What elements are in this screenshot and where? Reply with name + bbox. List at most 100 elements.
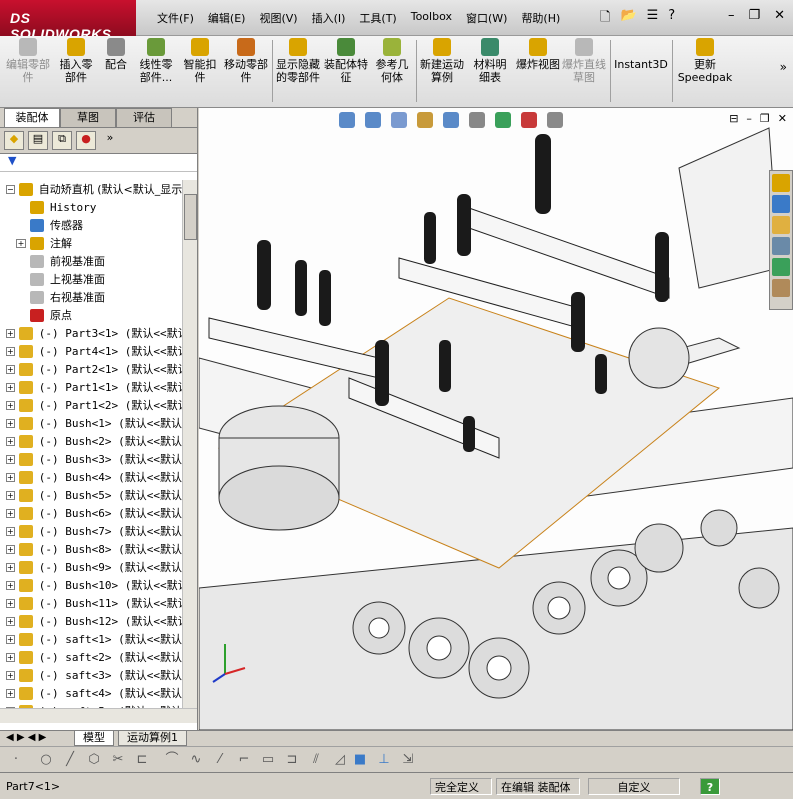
new-motion-study-button[interactable]: 新建运动算例 bbox=[420, 38, 464, 106]
rectangle-icon[interactable]: ▭ bbox=[260, 752, 276, 768]
solidworks-logo[interactable]: DS SOLIDWORKS bbox=[0, 0, 136, 42]
tree-item-part[interactable]: + (-) Part2<1> (默认<<默认 bbox=[0, 360, 182, 378]
tree-item-part[interactable]: + (-) Part1<1> (默认<<默认 bbox=[0, 378, 182, 396]
offset-icon[interactable]: ⊏ bbox=[134, 752, 150, 768]
design-library-icon[interactable] bbox=[772, 195, 790, 213]
zoom-area-icon[interactable] bbox=[365, 112, 381, 128]
property-manager-icon[interactable]: ▤ bbox=[28, 131, 48, 150]
update-speedpak-button[interactable]: 更新Speedpak bbox=[676, 38, 734, 106]
tree-item-part[interactable]: + (-) Bush<8> (默认<<默认 bbox=[0, 540, 182, 558]
expand-icon[interactable]: + bbox=[6, 634, 15, 644]
expand-icon[interactable]: + bbox=[6, 400, 15, 410]
tree-item-part[interactable]: + (-) Part4<1> (默认<<默认 bbox=[0, 342, 182, 360]
expand-icon[interactable]: + bbox=[6, 346, 15, 356]
view-settings-icon[interactable] bbox=[547, 112, 563, 128]
spline-icon[interactable]: ∿ bbox=[188, 752, 204, 768]
tree-filter[interactable]: ▼ bbox=[0, 154, 197, 172]
tree-item-part[interactable]: + (-) saft<4> (默认<<默认 bbox=[0, 684, 182, 702]
help-icon[interactable]: ? bbox=[668, 8, 675, 30]
tab-scroll-icons[interactable]: ◀ ▶ ◀ ▶ bbox=[6, 732, 46, 743]
show-hidden-components-button[interactable]: 显示隐藏的零部件 bbox=[276, 38, 320, 106]
expand-icon[interactable]: + bbox=[6, 652, 15, 662]
minimize-icon[interactable]: – bbox=[728, 8, 735, 23]
collapse-icon[interactable]: − bbox=[6, 184, 15, 194]
menu-window[interactable]: 窗口(W) bbox=[459, 10, 514, 26]
expand-icon[interactable]: + bbox=[6, 562, 15, 572]
insert-component-button[interactable]: 插入零部件 bbox=[56, 38, 96, 106]
expand-icon[interactable]: + bbox=[6, 544, 15, 554]
tree-item[interactable]: History bbox=[0, 198, 182, 216]
tree-item-part[interactable]: + (-) Bush<5> (默认<<默认 bbox=[0, 486, 182, 504]
reference-geometry-button[interactable]: 参考几何体 bbox=[372, 38, 412, 106]
menu-toolbox[interactable]: Toolbox bbox=[404, 10, 459, 26]
corner-icon[interactable]: ⌐ bbox=[236, 752, 252, 768]
file-explorer-icon[interactable] bbox=[772, 216, 790, 234]
tree-item-part[interactable]: + (-) Bush<1> (默认<<默认 bbox=[0, 414, 182, 432]
display-manager-icon[interactable]: ● bbox=[76, 131, 96, 150]
tree-item-part[interactable]: + (-) Bush<12> (默认<<默认 bbox=[0, 612, 182, 630]
tree-item-part[interactable]: + (-) Bush<2> (默认<<默认 bbox=[0, 432, 182, 450]
scroll-thumb[interactable] bbox=[184, 194, 197, 240]
exploded-view-button[interactable]: 爆炸视图 bbox=[516, 38, 560, 106]
expand-icon[interactable]: + bbox=[6, 688, 15, 698]
view-palette-icon[interactable] bbox=[772, 237, 790, 255]
tab-motion-study[interactable]: 运动算例1 bbox=[118, 731, 187, 746]
tab-model[interactable]: 模型 bbox=[74, 731, 114, 746]
resources-icon[interactable] bbox=[772, 174, 790, 192]
slot-icon[interactable]: ⊐ bbox=[284, 752, 300, 768]
tree-item[interactable]: + 注解 bbox=[0, 234, 182, 252]
tree-item[interactable]: 原点 bbox=[0, 306, 182, 324]
new-document-icon[interactable]: 🗋 bbox=[600, 8, 610, 30]
view-orientation-icon[interactable] bbox=[443, 112, 459, 128]
tree-item-part[interactable]: + (-) Bush<7> (默认<<默认 bbox=[0, 522, 182, 540]
expand-icon[interactable]: + bbox=[6, 436, 15, 446]
arc-icon[interactable]: ⌒ bbox=[164, 752, 180, 768]
menu-help[interactable]: 帮助(H) bbox=[514, 10, 567, 26]
tree-item-part[interactable]: + (-) saft<3> (默认<<默认 bbox=[0, 666, 182, 684]
expand-icon[interactable]: + bbox=[6, 670, 15, 680]
viewport-split-icon[interactable]: ⊟ bbox=[729, 112, 738, 125]
open-folder-icon[interactable]: 📂 bbox=[620, 8, 636, 30]
viewport-close-icon[interactable]: ✕ bbox=[778, 112, 787, 125]
tree-root[interactable]: − 自动矫直机 (默认<默认_显示 bbox=[0, 180, 182, 198]
chamfer-icon[interactable]: ◿ bbox=[332, 752, 348, 768]
tab-sketch[interactable]: 草图 bbox=[60, 108, 116, 127]
bill-of-materials-button[interactable]: 材料明细表 bbox=[470, 38, 510, 106]
tree-item-part[interactable]: + (-) Bush<6> (默认<<默认 bbox=[0, 504, 182, 522]
centerline-icon[interactable]: ⁄ bbox=[212, 752, 228, 768]
tree-horizontal-scrollbar[interactable] bbox=[0, 708, 197, 723]
feature-manager-icon[interactable]: ◆ bbox=[4, 131, 24, 150]
move-axis-icon[interactable]: ⊥ bbox=[376, 752, 392, 768]
tree-item-part[interactable]: + (-) Bush<10> (默认<<默认 bbox=[0, 576, 182, 594]
tree-item-part[interactable]: + (-) saft<2> (默认<<默认 bbox=[0, 648, 182, 666]
scene-icon[interactable] bbox=[521, 112, 537, 128]
graphics-area[interactable]: ⊟ – ❐ ✕ bbox=[199, 108, 793, 730]
tree-item-part[interactable]: + (-) Bush<3> (默认<<默认 bbox=[0, 450, 182, 468]
close-icon[interactable]: ✕ bbox=[774, 8, 785, 23]
expand-icon[interactable]: + bbox=[6, 382, 15, 392]
tree-item-part[interactable]: + (-) Part3<1> (默认<<默认 bbox=[0, 324, 182, 342]
viewport-minimize-icon[interactable]: – bbox=[746, 112, 752, 125]
extrude-icon[interactable]: ■ bbox=[352, 752, 368, 768]
custom-properties-icon[interactable] bbox=[772, 279, 790, 297]
measure-icon[interactable]: ⇲ bbox=[400, 752, 416, 768]
section-view-icon[interactable] bbox=[417, 112, 433, 128]
expand-icon[interactable]: + bbox=[6, 598, 15, 608]
options-icon[interactable]: ☰ bbox=[647, 8, 659, 30]
point-icon[interactable]: · bbox=[8, 752, 24, 768]
tree-item-part[interactable]: + (-) Bush<4> (默认<<默认 bbox=[0, 468, 182, 486]
expand-icon[interactable]: + bbox=[6, 616, 15, 626]
menu-tools[interactable]: 工具(T) bbox=[352, 10, 403, 26]
tree-item[interactable]: 前视基准面 bbox=[0, 252, 182, 270]
move-component-button[interactable]: 移动零部件 bbox=[224, 38, 268, 106]
explode-line-sketch-button[interactable]: 爆炸直线草图 bbox=[562, 38, 606, 106]
tree-vertical-scrollbar[interactable] bbox=[182, 180, 197, 708]
expand-icon[interactable]: + bbox=[6, 328, 15, 338]
instant3d-button[interactable]: Instant3D bbox=[614, 38, 668, 106]
polygon-icon[interactable]: ⬡ bbox=[86, 752, 102, 768]
tree-item[interactable]: 右视基准面 bbox=[0, 288, 182, 306]
line-icon[interactable]: ╱ bbox=[62, 752, 78, 768]
expand-icon[interactable]: + bbox=[16, 238, 26, 248]
expand-icon[interactable]: + bbox=[6, 490, 15, 500]
appearances-icon[interactable] bbox=[772, 258, 790, 276]
